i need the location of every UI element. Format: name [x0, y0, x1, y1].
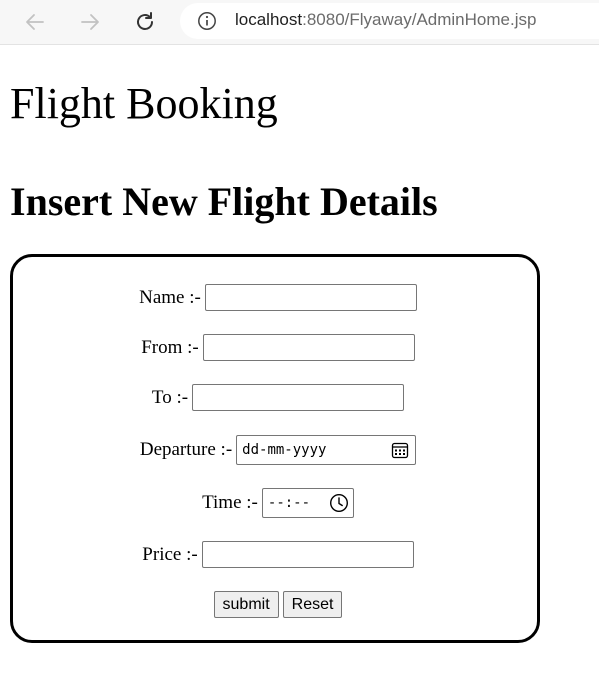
- page-title: Flight Booking: [10, 79, 278, 128]
- flight-form: Name :- From :- To :- Departure :- dd-mm…: [10, 254, 540, 643]
- departure-placeholder: dd-mm-yyyy: [242, 442, 327, 458]
- info-icon[interactable]: [197, 11, 217, 31]
- departure-label: Departure :-: [139, 439, 233, 460]
- price-input[interactable]: [201, 541, 414, 568]
- to-input[interactable]: [192, 384, 405, 411]
- url-text: localhost:8080/Flyaway/AdminHome.jsp: [235, 10, 536, 30]
- name-label: Name :-: [139, 286, 201, 308]
- price-label: Price :-: [142, 543, 198, 565]
- departure-row: Departure :- dd-mm-yyyy: [13, 435, 543, 465]
- reload-icon: [137, 12, 153, 30]
- forward-button[interactable]: [75, 7, 105, 37]
- back-button[interactable]: [20, 7, 50, 37]
- to-row: To :-: [13, 384, 543, 411]
- price-row: Price :-: [13, 541, 543, 568]
- time-label: Time :-: [202, 492, 258, 513]
- from-row: From :-: [13, 334, 543, 361]
- to-label: To :-: [151, 386, 189, 408]
- browser-toolbar: localhost:8080/Flyaway/AdminHome.jsp: [0, 0, 599, 45]
- from-label: From :-: [141, 336, 199, 358]
- reload-button[interactable]: [130, 7, 160, 37]
- clock-icon[interactable]: [329, 493, 349, 513]
- url-host: localhost: [235, 10, 303, 29]
- address-bar[interactable]: localhost:8080/Flyaway/AdminHome.jsp: [180, 3, 599, 39]
- name-input[interactable]: [204, 284, 417, 311]
- calendar-icon[interactable]: [391, 441, 409, 459]
- section-title: Insert New Flight Details: [10, 179, 438, 224]
- from-input[interactable]: [202, 334, 415, 361]
- url-path: :8080/Flyaway/AdminHome.jsp: [302, 10, 537, 29]
- arrow-left-icon: [26, 14, 44, 30]
- submit-button[interactable]: submit: [213, 591, 279, 618]
- time-placeholder: --:--: [267, 495, 311, 511]
- reset-button[interactable]: Reset: [282, 591, 343, 618]
- arrow-right-icon: [81, 14, 99, 30]
- time-input[interactable]: --:--: [261, 488, 354, 518]
- time-row: Time :- --:--: [13, 488, 543, 518]
- buttons-row: submit Reset: [13, 591, 543, 618]
- departure-date-input[interactable]: dd-mm-yyyy: [236, 435, 417, 465]
- name-row: Name :-: [13, 284, 543, 311]
